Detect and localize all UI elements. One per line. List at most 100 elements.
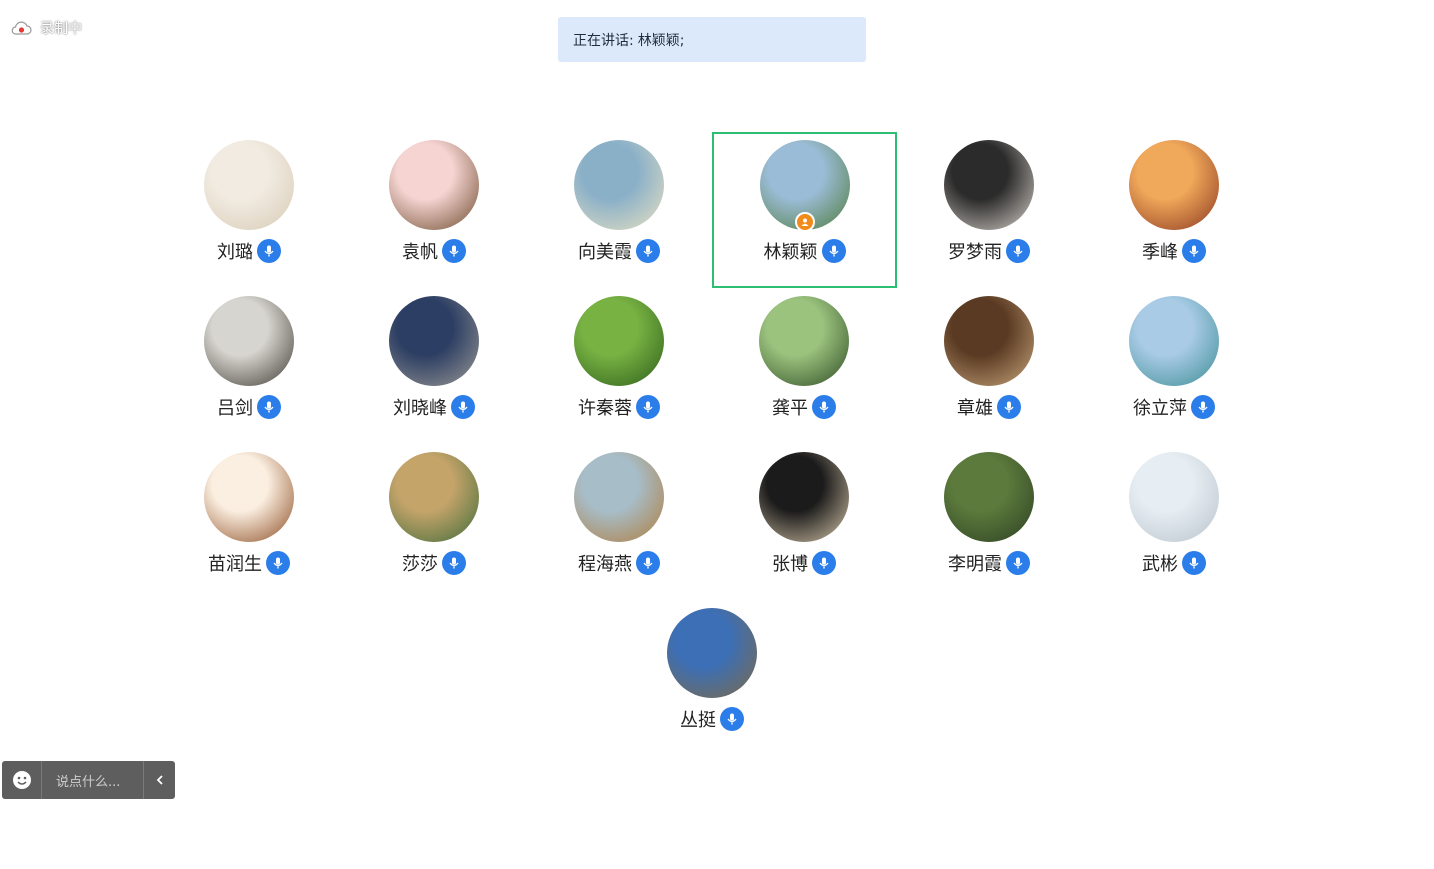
microphone-icon[interactable] — [257, 395, 281, 419]
speaking-prefix: 正在讲话: — [573, 32, 634, 49]
speaking-banner: 正在讲话: 林颖颖; — [558, 17, 866, 62]
avatar — [944, 296, 1034, 386]
cloud-record-icon — [11, 21, 32, 35]
participant-name: 武彬 — [1142, 554, 1178, 575]
participant-tile[interactable]: 程海燕 — [539, 452, 699, 576]
participant-tile[interactable]: 丛挺 — [632, 608, 792, 732]
microphone-icon[interactable] — [636, 239, 660, 263]
chat-input[interactable]: 说点什么... — [42, 771, 143, 790]
chat-bar: 说点什么... — [2, 761, 175, 799]
participant-label-row: 张博 — [724, 550, 884, 576]
avatar — [389, 452, 479, 542]
participant-tile[interactable]: 林颖颖 — [712, 132, 897, 288]
microphone-icon[interactable] — [636, 395, 660, 419]
microphone-icon[interactable] — [1006, 239, 1030, 263]
speaking-names: 林颖颖; — [637, 32, 685, 49]
participant-tile[interactable]: 袁帆 — [354, 140, 514, 264]
participant-name: 向美霞 — [578, 242, 632, 263]
participant-tile[interactable]: 龚平 — [724, 296, 884, 420]
participant-name: 季峰 — [1142, 242, 1178, 263]
participant-label-row: 许秦蓉 — [539, 394, 699, 420]
participant-label-row: 徐立萍 — [1094, 394, 1254, 420]
participant-tile[interactable]: 罗梦雨 — [909, 140, 1069, 264]
participant-tile[interactable]: 李明霞 — [909, 452, 1069, 576]
microphone-icon[interactable] — [442, 551, 466, 575]
participant-label-row: 向美霞 — [539, 238, 699, 264]
participant-tile[interactable]: 徐立萍 — [1094, 296, 1254, 420]
participant-tile[interactable]: 章雄 — [909, 296, 1069, 420]
participant-label-row: 季峰 — [1094, 238, 1254, 264]
microphone-icon[interactable] — [812, 551, 836, 575]
participant-label-row: 程海燕 — [539, 550, 699, 576]
participant-name: 许秦蓉 — [578, 398, 632, 419]
avatar — [204, 296, 294, 386]
microphone-icon[interactable] — [451, 395, 475, 419]
participant-name: 林颖颖 — [763, 242, 818, 263]
participant-name: 袁帆 — [402, 242, 438, 263]
avatar — [389, 296, 479, 386]
microphone-icon[interactable] — [997, 395, 1021, 419]
microphone-icon[interactable] — [1191, 395, 1215, 419]
host-badge-icon — [794, 212, 815, 232]
microphone-icon[interactable] — [1006, 551, 1030, 575]
avatar — [204, 452, 294, 542]
participant-label-row: 龚平 — [724, 394, 884, 420]
participant-name: 苗润生 — [208, 554, 262, 575]
microphone-icon[interactable] — [257, 239, 281, 263]
avatar — [944, 140, 1034, 230]
avatar — [574, 296, 664, 386]
participant-tile[interactable]: 吕剑 — [169, 296, 329, 420]
recording-label: 录制中 — [40, 21, 82, 37]
participant-name: 李明霞 — [948, 554, 1002, 575]
chevron-left-icon — [156, 775, 163, 785]
participant-tile[interactable]: 向美霞 — [539, 140, 699, 264]
avatar — [759, 452, 849, 542]
participant-tile[interactable]: 刘璐 — [169, 140, 329, 264]
participant-name: 章雄 — [957, 398, 993, 419]
participant-name: 程海燕 — [578, 554, 632, 575]
avatar — [574, 452, 664, 542]
participant-tile[interactable]: 刘晓峰 — [354, 296, 514, 420]
microphone-icon[interactable] — [812, 395, 836, 419]
participant-label-row: 章雄 — [909, 394, 1069, 420]
microphone-icon[interactable] — [720, 707, 744, 731]
participant-label-row: 李明霞 — [909, 550, 1069, 576]
participant-name: 吕剑 — [217, 398, 253, 419]
microphone-icon[interactable] — [442, 239, 466, 263]
avatar — [204, 140, 294, 230]
participant-name: 刘璐 — [217, 242, 253, 263]
participant-label-row: 罗梦雨 — [909, 238, 1069, 264]
participant-tile[interactable]: 武彬 — [1094, 452, 1254, 576]
avatar — [389, 140, 479, 230]
participant-tile[interactable]: 张博 — [724, 452, 884, 576]
participant-label-row: 丛挺 — [632, 706, 792, 732]
avatar — [1129, 452, 1219, 542]
participant-name: 莎莎 — [402, 554, 438, 575]
participant-name: 丛挺 — [680, 710, 716, 731]
microphone-icon[interactable] — [266, 551, 290, 575]
collapse-button[interactable] — [143, 761, 175, 799]
participant-label-row: 苗润生 — [169, 550, 329, 576]
avatar — [1129, 140, 1219, 230]
participant-tile[interactable]: 季峰 — [1094, 140, 1254, 264]
participant-label-row: 武彬 — [1094, 550, 1254, 576]
microphone-icon[interactable] — [636, 551, 660, 575]
microphone-icon[interactable] — [1182, 239, 1206, 263]
participant-label-row: 刘璐 — [169, 238, 329, 264]
avatar — [574, 140, 664, 230]
participant-label-row: 林颖颖 — [714, 238, 895, 264]
avatar — [944, 452, 1034, 542]
avatar — [1129, 296, 1219, 386]
participant-name: 张博 — [772, 554, 808, 575]
participant-name: 徐立萍 — [1133, 398, 1187, 419]
participant-tile[interactable]: 苗润生 — [169, 452, 329, 576]
participant-name: 罗梦雨 — [948, 242, 1002, 263]
emoji-button[interactable] — [2, 761, 42, 799]
participant-tile[interactable]: 许秦蓉 — [539, 296, 699, 420]
smiley-icon — [12, 771, 31, 789]
participant-name: 龚平 — [772, 398, 808, 419]
participant-tile[interactable]: 莎莎 — [354, 452, 514, 576]
recording-indicator: 录制中 — [10, 18, 82, 38]
microphone-icon[interactable] — [1182, 551, 1206, 575]
microphone-icon[interactable] — [821, 239, 846, 263]
